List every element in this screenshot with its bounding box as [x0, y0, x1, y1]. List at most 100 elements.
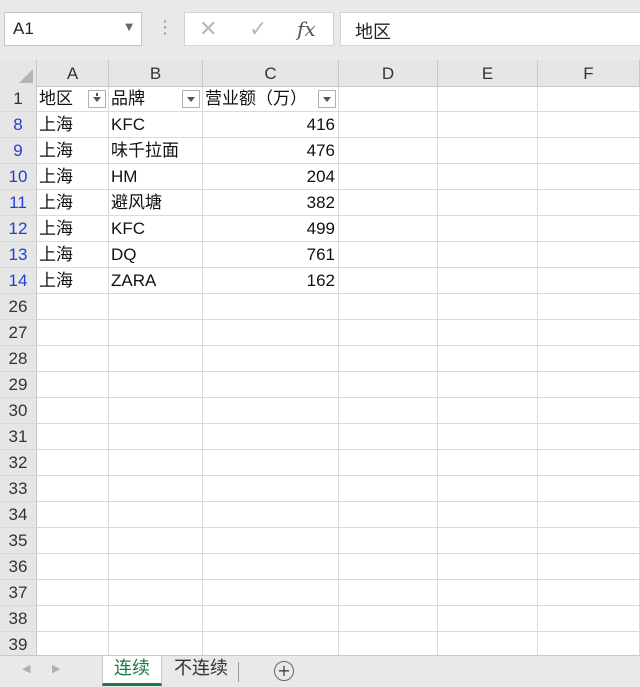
- cell-a[interactable]: 上海: [37, 268, 109, 294]
- cell-e[interactable]: [438, 138, 538, 164]
- cell-c[interactable]: [203, 346, 339, 372]
- cell-c[interactable]: 382: [203, 190, 339, 216]
- cell-d[interactable]: [339, 424, 438, 450]
- column-header-a[interactable]: A: [37, 60, 109, 87]
- cell-f[interactable]: [538, 138, 640, 164]
- cell-c[interactable]: [203, 424, 339, 450]
- cell-b[interactable]: [109, 346, 203, 372]
- cell-e[interactable]: [438, 528, 538, 554]
- formula-input[interactable]: 地区: [340, 12, 640, 46]
- cell-b[interactable]: 避风塘: [109, 190, 203, 216]
- scroll-left-icon[interactable]: ◀: [22, 662, 30, 675]
- cell-f[interactable]: [538, 86, 640, 112]
- cell-c[interactable]: [203, 476, 339, 502]
- cell-c[interactable]: [203, 502, 339, 528]
- cell-a[interactable]: [37, 476, 109, 502]
- cell-b[interactable]: [109, 528, 203, 554]
- column-header-d[interactable]: D: [339, 60, 438, 87]
- sheet-tab-lianxu[interactable]: 连续: [102, 656, 162, 686]
- cell-e[interactable]: [438, 580, 538, 606]
- cell-b[interactable]: [109, 398, 203, 424]
- row-header[interactable]: 10: [0, 164, 37, 190]
- cell-d[interactable]: [339, 242, 438, 268]
- cell-f[interactable]: [538, 372, 640, 398]
- cell-b[interactable]: [109, 606, 203, 632]
- cell-b[interactable]: [109, 294, 203, 320]
- cell-d[interactable]: [339, 320, 438, 346]
- row-header[interactable]: 13: [0, 242, 37, 268]
- cell-d[interactable]: [339, 86, 438, 112]
- cell-d[interactable]: [339, 476, 438, 502]
- cell-e[interactable]: [438, 190, 538, 216]
- cell-e[interactable]: [438, 372, 538, 398]
- cell-c[interactable]: [203, 450, 339, 476]
- cell-e[interactable]: [438, 242, 538, 268]
- cell-f[interactable]: [538, 294, 640, 320]
- cell-b[interactable]: KFC: [109, 112, 203, 138]
- cell-e[interactable]: [438, 294, 538, 320]
- cell-c[interactable]: [203, 320, 339, 346]
- cell-d[interactable]: [339, 216, 438, 242]
- row-header[interactable]: 27: [0, 320, 37, 346]
- cell-b[interactable]: [109, 450, 203, 476]
- cell-f[interactable]: [538, 242, 640, 268]
- row-header[interactable]: 34: [0, 502, 37, 528]
- cell-c[interactable]: [203, 606, 339, 632]
- cell-a[interactable]: [37, 320, 109, 346]
- sheet-tab-buliangxu[interactable]: 不连续: [166, 656, 236, 686]
- cell-b[interactable]: [109, 320, 203, 346]
- cell-a[interactable]: [37, 424, 109, 450]
- row-header[interactable]: 11: [0, 190, 37, 216]
- row-header[interactable]: 31: [0, 424, 37, 450]
- cell-a[interactable]: [37, 294, 109, 320]
- cell-e[interactable]: [438, 320, 538, 346]
- cell-e[interactable]: [438, 606, 538, 632]
- cell-f[interactable]: [538, 528, 640, 554]
- cell-e[interactable]: [438, 424, 538, 450]
- row-header[interactable]: 9: [0, 138, 37, 164]
- filter-dropdown-icon[interactable]: [318, 90, 336, 108]
- cell-a[interactable]: [37, 580, 109, 606]
- cell-b[interactable]: 品牌: [109, 86, 203, 112]
- row-header[interactable]: 12: [0, 216, 37, 242]
- cell-d[interactable]: [339, 606, 438, 632]
- cell-c[interactable]: 营业额（万）: [203, 86, 339, 112]
- row-header[interactable]: 14: [0, 268, 37, 294]
- cell-e[interactable]: [438, 554, 538, 580]
- cell-f[interactable]: [538, 346, 640, 372]
- cell-f[interactable]: [538, 112, 640, 138]
- cell-b[interactable]: [109, 372, 203, 398]
- cell-d[interactable]: [339, 554, 438, 580]
- cell-f[interactable]: [538, 476, 640, 502]
- cell-b[interactable]: [109, 580, 203, 606]
- cell-a[interactable]: 上海: [37, 112, 109, 138]
- cell-d[interactable]: [339, 112, 438, 138]
- filter-dropdown-icon[interactable]: [182, 90, 200, 108]
- cell-b[interactable]: [109, 476, 203, 502]
- cell-c[interactable]: [203, 580, 339, 606]
- select-all-corner[interactable]: [0, 60, 37, 87]
- cell-d[interactable]: [339, 580, 438, 606]
- insert-function-icon[interactable]: fx: [297, 17, 316, 41]
- cell-c[interactable]: 761: [203, 242, 339, 268]
- cell-c[interactable]: [203, 554, 339, 580]
- row-header[interactable]: 29: [0, 372, 37, 398]
- cell-a[interactable]: [37, 606, 109, 632]
- cell-f[interactable]: [538, 398, 640, 424]
- row-header[interactable]: 1: [0, 86, 37, 112]
- add-sheet-icon[interactable]: +: [274, 661, 294, 681]
- cell-d[interactable]: [339, 164, 438, 190]
- cell-d[interactable]: [339, 294, 438, 320]
- cell-f[interactable]: [538, 606, 640, 632]
- cell-c[interactable]: 476: [203, 138, 339, 164]
- cell-e[interactable]: [438, 398, 538, 424]
- cell-d[interactable]: [339, 398, 438, 424]
- cell-c[interactable]: [203, 372, 339, 398]
- cell-f[interactable]: [538, 268, 640, 294]
- cell-c[interactable]: 416: [203, 112, 339, 138]
- column-header-c[interactable]: C: [203, 60, 339, 87]
- cell-e[interactable]: [438, 268, 538, 294]
- cell-e[interactable]: [438, 164, 538, 190]
- cell-e[interactable]: [438, 502, 538, 528]
- cell-c[interactable]: 162: [203, 268, 339, 294]
